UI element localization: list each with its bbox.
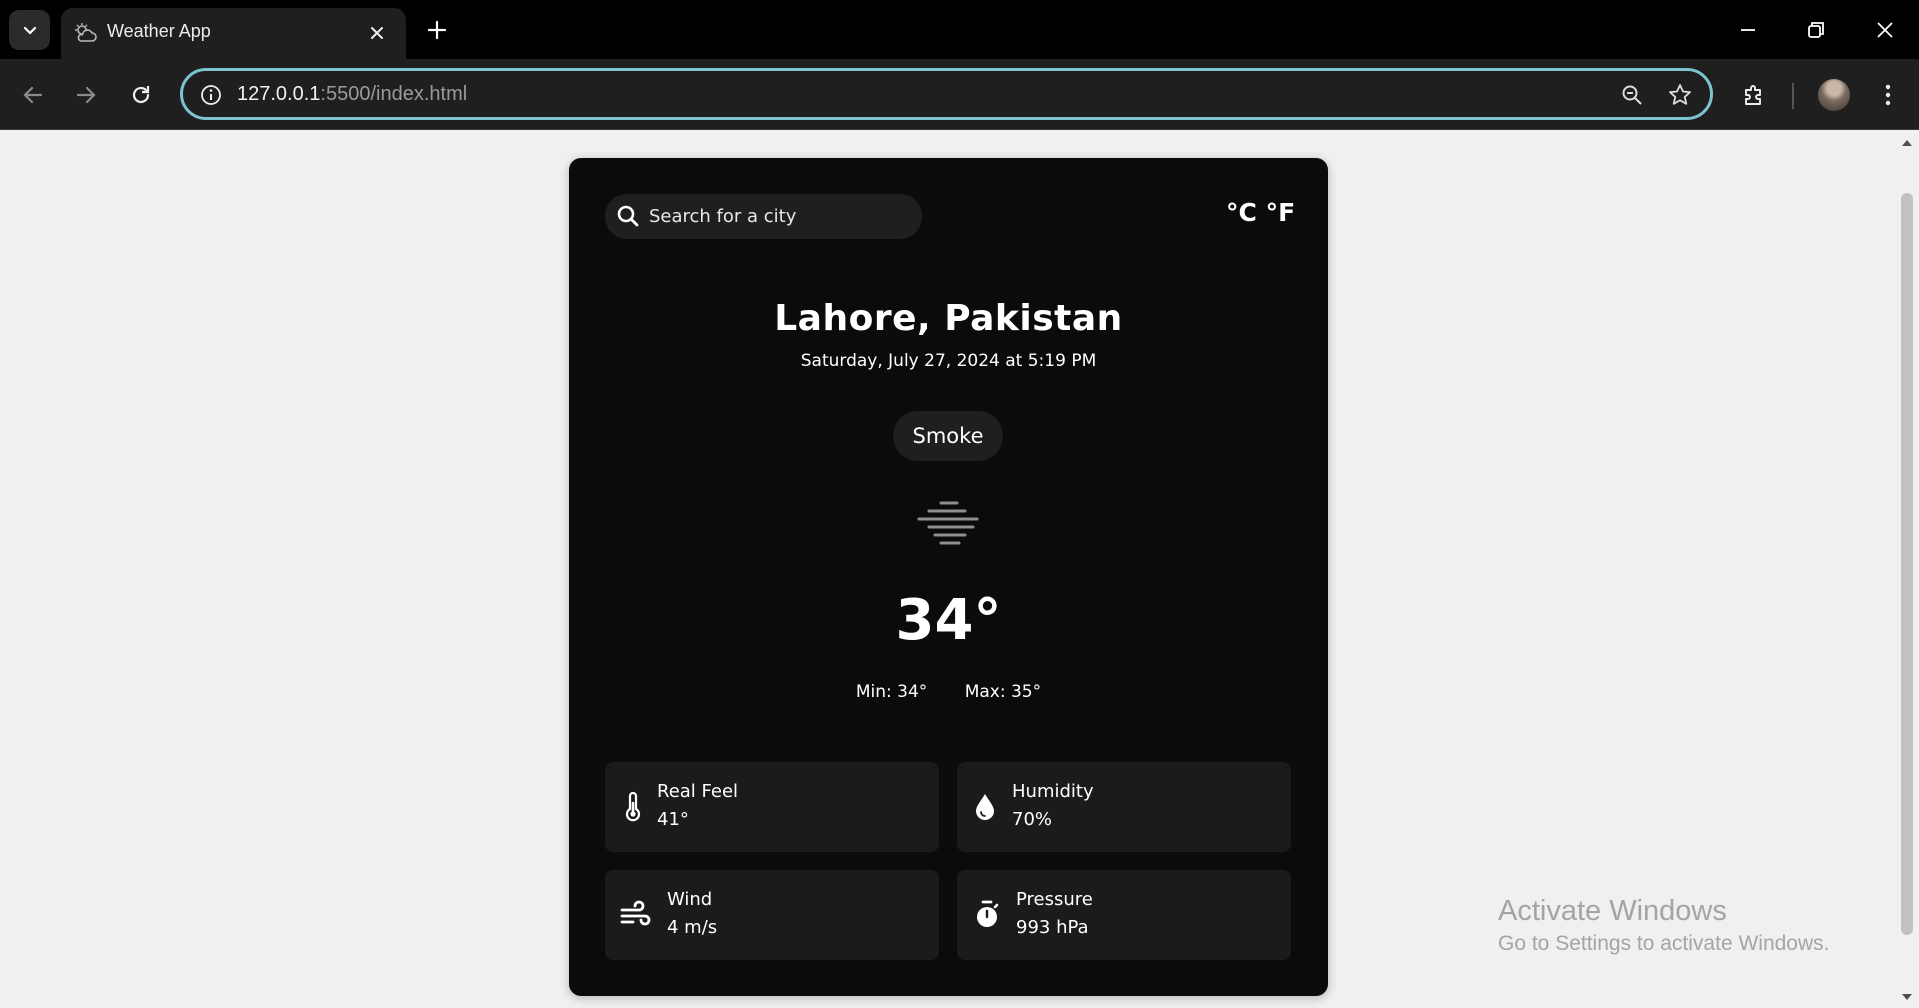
new-tab-plus-icon[interactable] <box>425 18 449 42</box>
watermark-subtitle: Go to Settings to activate Windows. <box>1498 932 1830 955</box>
pressure-label: Pressure <box>1016 889 1093 910</box>
search-input[interactable] <box>649 194 914 239</box>
close-tab-icon[interactable] <box>366 22 388 44</box>
pressure-card: Pressure 993 hPa <box>957 870 1291 960</box>
wind-icon <box>620 900 651 926</box>
chevron-down-icon <box>23 26 36 35</box>
back-arrow-icon[interactable] <box>20 82 46 108</box>
browser-titlebar: Weather App <box>0 0 1919 59</box>
current-temperature: 34° <box>895 588 1002 653</box>
wind-label: Wind <box>667 889 713 910</box>
scroll-up-arrow-icon[interactable] <box>1901 138 1913 148</box>
unit-toggle: °C °F <box>1226 198 1295 227</box>
min-max-temperature: Min: 34° Max: 35° <box>569 682 1328 702</box>
real-feel-value: 41° <box>657 809 689 830</box>
minimize-icon[interactable] <box>1735 17 1761 43</box>
real-feel-label: Real Feel <box>657 781 739 802</box>
browser-tab[interactable]: Weather App <box>61 8 406 59</box>
cloud-sun-icon <box>75 23 97 42</box>
more-menu-icon[interactable] <box>1874 81 1902 109</box>
pressure-value: 993 hPa <box>1016 917 1089 938</box>
city-search[interactable] <box>605 194 922 239</box>
tab-search-button[interactable] <box>9 10 50 50</box>
min-temperature: Min: 34° <box>855 682 928 702</box>
humidity-value: 70% <box>1012 809 1053 830</box>
search-icon <box>617 205 639 227</box>
real-feel-card: Real Feel 41° <box>605 762 939 852</box>
fahrenheit-unit-button[interactable]: °F <box>1266 198 1296 227</box>
activate-windows-watermark: Activate Windows Go to Settings to activ… <box>1498 895 1830 956</box>
haze-icon <box>917 501 979 545</box>
weather-condition-badge: Smoke <box>893 411 1003 461</box>
page-viewport: °C °F Lahore, Pakistan Saturday, July 27… <box>0 130 1896 1008</box>
thermometer-icon <box>625 791 641 822</box>
vertical-scrollbar[interactable] <box>1896 130 1919 1008</box>
humidity-label: Humidity <box>1012 781 1094 802</box>
humidity-card: Humidity 70% <box>957 762 1291 852</box>
browser-toolbar: 127.0.0.1:5500/index.html <box>0 59 1919 130</box>
address-bar[interactable]: 127.0.0.1:5500/index.html <box>180 68 1713 120</box>
zoom-icon[interactable] <box>1619 82 1645 108</box>
date-time: Saturday, July 27, 2024 at 5:19 PM <box>800 351 1097 371</box>
wind-value: 4 m/s <box>667 917 718 938</box>
tab-title: Weather App <box>107 21 211 41</box>
weather-card: °C °F Lahore, Pakistan Saturday, July 27… <box>569 158 1328 996</box>
forward-arrow-icon[interactable] <box>73 82 99 108</box>
scroll-down-arrow-icon[interactable] <box>1901 992 1913 1002</box>
reload-icon[interactable] <box>128 82 154 108</box>
profile-avatar[interactable] <box>1818 79 1850 111</box>
weather-condition-label: Smoke <box>912 424 984 448</box>
city-name: Lahore, Pakistan <box>774 298 1123 339</box>
url-path: :5500/index.html <box>320 83 468 105</box>
droplet-icon <box>976 794 994 820</box>
scrollbar-thumb[interactable] <box>1901 193 1913 935</box>
stopwatch-icon <box>977 900 999 927</box>
site-info-icon[interactable] <box>199 83 223 107</box>
watermark-title: Activate Windows <box>1498 895 1727 927</box>
url-host: 127.0.0.1 <box>237 83 321 105</box>
close-window-icon[interactable] <box>1872 17 1898 43</box>
bookmark-star-icon[interactable] <box>1667 82 1693 108</box>
extensions-puzzle-icon[interactable] <box>1740 81 1768 109</box>
url-text[interactable]: 127.0.0.1:5500/index.html <box>237 83 467 106</box>
wind-card: Wind 4 m/s <box>605 870 939 960</box>
celsius-unit-button[interactable]: °C <box>1226 198 1257 227</box>
max-temperature: Max: 35° <box>964 682 1042 702</box>
restore-icon[interactable] <box>1803 17 1829 43</box>
toolbar-divider <box>1792 83 1794 109</box>
